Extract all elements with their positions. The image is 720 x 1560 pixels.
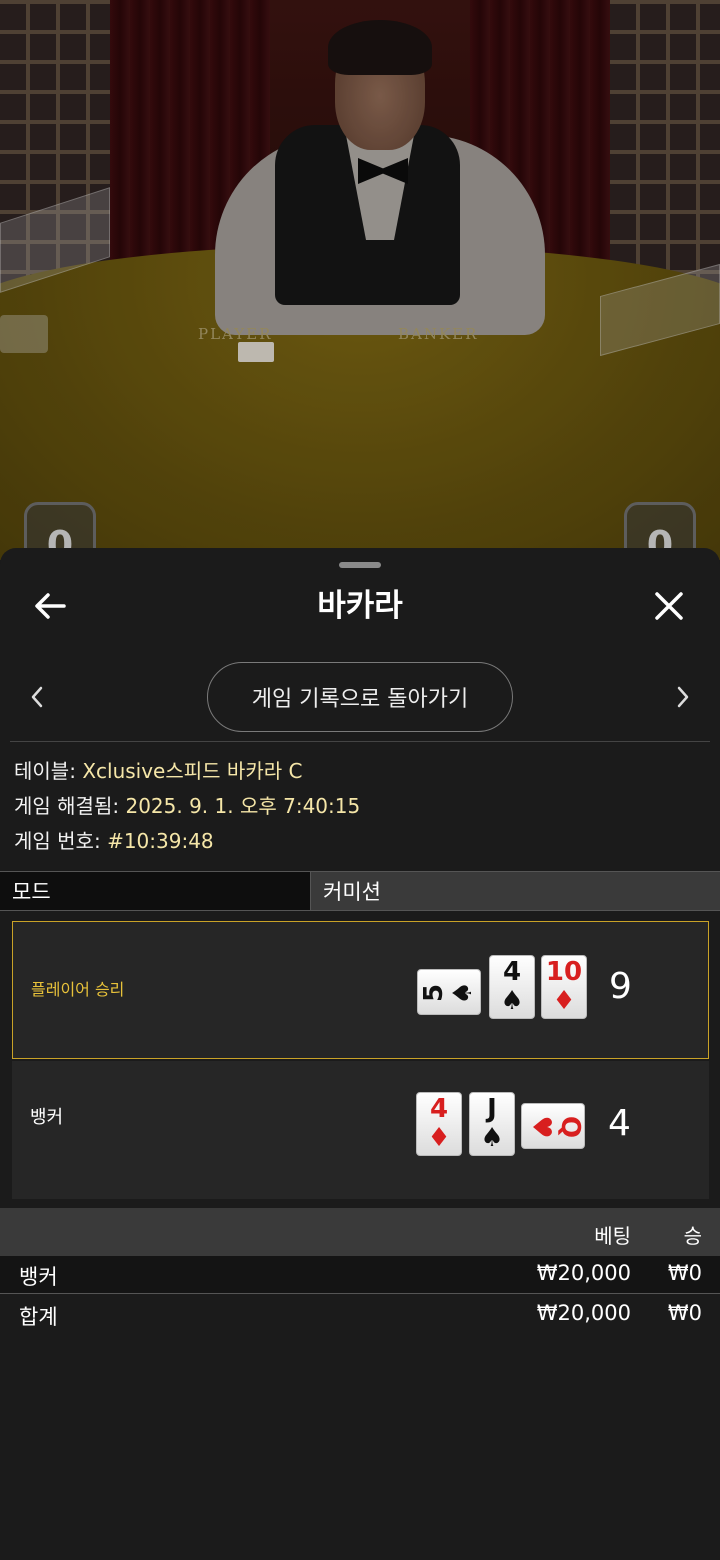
banker-card-3: Q ♥ [521,1103,585,1149]
info-resolved-value: 2025. 9. 1. 오후 7:40:15 [125,794,361,818]
total-win: ₩0 [667,1301,702,1325]
bet-amount: ₩20,000 [536,1261,631,1285]
heart-icon: ♥ [526,1115,556,1139]
banker-result-label: 뱅커 [30,1107,64,1128]
spade-icon: ♠ [480,1123,504,1153]
card-rank: 10 [545,957,583,987]
total-row: 합계 ₩20,000 ₩0 [0,1296,720,1334]
sheet-title: 바카라 [317,588,403,624]
close-button[interactable] [647,584,691,628]
info-round: 게임 번호: #10:39:48 [14,828,214,854]
info-resolved-label: 게임 해결됨: [14,794,120,818]
next-round-button[interactable] [668,682,698,712]
chevron-right-icon [677,686,689,708]
column-bet: 베팅 [594,1224,631,1248]
player-card-3: 10 ♦ [541,955,587,1019]
card-rank: Q [555,1115,585,1139]
divider [10,741,710,742]
tab-commission[interactable]: 커미션 [311,872,720,910]
spade-icon: ♠ [448,981,478,1005]
video-dim-overlay [0,0,720,560]
total-label: 합계 [19,1305,58,1329]
bets-table-header: 베팅 승 [0,1208,720,1256]
info-table: 테이블: Xclusive스피드 바카라 C [14,758,302,784]
player-hand-row: 플레이어 승리 5 ♠ 4 ♠ 10 ♦ 9 [12,921,709,1059]
player-card-1: 5 ♠ [417,969,481,1015]
column-win: 승 [683,1224,702,1248]
info-round-value: #10:39:48 [107,829,214,853]
info-table-label: 테이블: [14,759,76,783]
table-row: 뱅커 ₩20,000 ₩0 [0,1256,720,1294]
card-rank: 5 [419,983,449,1003]
info-round-label: 게임 번호: [14,829,101,853]
card-rank: 4 [429,1094,449,1124]
diamond-icon: ♦ [427,1123,451,1153]
win-amount: ₩0 [667,1261,702,1285]
back-to-history-button[interactable]: 게임 기록으로 돌아가기 [207,662,513,732]
close-icon [655,592,683,620]
bet-name: 뱅커 [19,1265,58,1289]
banker-total: 4 [608,1103,631,1144]
card-rank: 4 [502,957,522,987]
player-total: 9 [609,966,632,1007]
previous-round-button[interactable] [22,682,52,712]
game-history-sheet: 바카라 게임 기록으로 돌아가기 테이블: Xclusive스피드 바카라 C … [0,548,720,1560]
diamond-icon: ♦ [552,986,576,1016]
tab-bar: 모드 커미션 [0,871,720,911]
spade-icon: ♠ [500,986,524,1016]
tab-mode[interactable]: 모드 [0,872,311,910]
player-card-2: 4 ♠ [489,955,535,1019]
info-resolved: 게임 해결됨: 2025. 9. 1. 오후 7:40:15 [14,793,360,819]
live-video-feed: PLAYER BANKER 0 0 [0,0,720,560]
banker-hand-row: 뱅커 4 ♦ J ♠ Q ♥ 4 [12,1061,709,1199]
total-bet: ₩20,000 [536,1301,631,1325]
info-table-value: Xclusive스피드 바카라 C [82,759,303,783]
card-rank: J [487,1094,497,1124]
chevron-left-icon [31,686,43,708]
drag-handle[interactable] [339,562,381,568]
banker-card-2: J ♠ [469,1092,515,1156]
banker-card-1: 4 ♦ [416,1092,462,1156]
player-result-label: 플레이어 승리 [31,980,125,999]
